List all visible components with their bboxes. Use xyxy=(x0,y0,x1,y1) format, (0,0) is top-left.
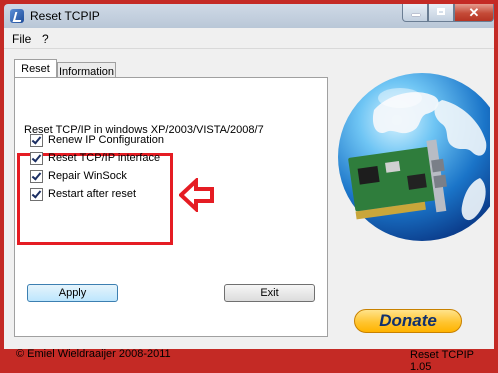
menu-help[interactable]: ? xyxy=(42,32,49,46)
checkbox-checked[interactable] xyxy=(30,170,43,183)
app-icon xyxy=(10,9,24,23)
checkbox-checked[interactable] xyxy=(30,188,43,201)
close-button[interactable]: ✕ xyxy=(454,4,494,22)
window-title: Reset TCPIP xyxy=(30,9,100,23)
checkbox-label: Renew IP Configuration xyxy=(48,134,164,146)
exit-button[interactable]: Exit xyxy=(224,284,315,302)
title-bar: Reset TCPIP ✕ xyxy=(4,4,494,28)
globe-network-card-icon xyxy=(330,48,498,291)
donate-button[interactable]: Donate xyxy=(354,309,462,333)
arrow-left-icon xyxy=(178,176,215,215)
window-client: File ? Reset Information Reset TCP/IP in… xyxy=(4,28,498,373)
minimize-button[interactable] xyxy=(402,4,428,22)
checkbox-checked[interactable] xyxy=(30,134,43,147)
copyright-text: © Emiel Wieldraaijer 2008-2011 xyxy=(16,348,171,360)
checkbox-checked[interactable] xyxy=(30,152,43,165)
apply-button[interactable]: Apply xyxy=(27,284,118,302)
checkbox-label: Reset TCP/IP interface xyxy=(48,152,161,164)
menu-bar: File ? xyxy=(4,28,494,49)
menu-file[interactable]: File xyxy=(12,32,31,46)
checkbox-label: Restart after reset xyxy=(48,188,137,200)
version-text: Reset TCPIP 1.05 xyxy=(410,349,474,373)
screenshot-background: Reset TCPIP ✕ File ? Reset Information R… xyxy=(0,0,498,373)
maximize-button[interactable] xyxy=(428,4,454,22)
close-icon: ✕ xyxy=(468,5,480,20)
checkbox-label: Repair WinSock xyxy=(48,170,127,182)
